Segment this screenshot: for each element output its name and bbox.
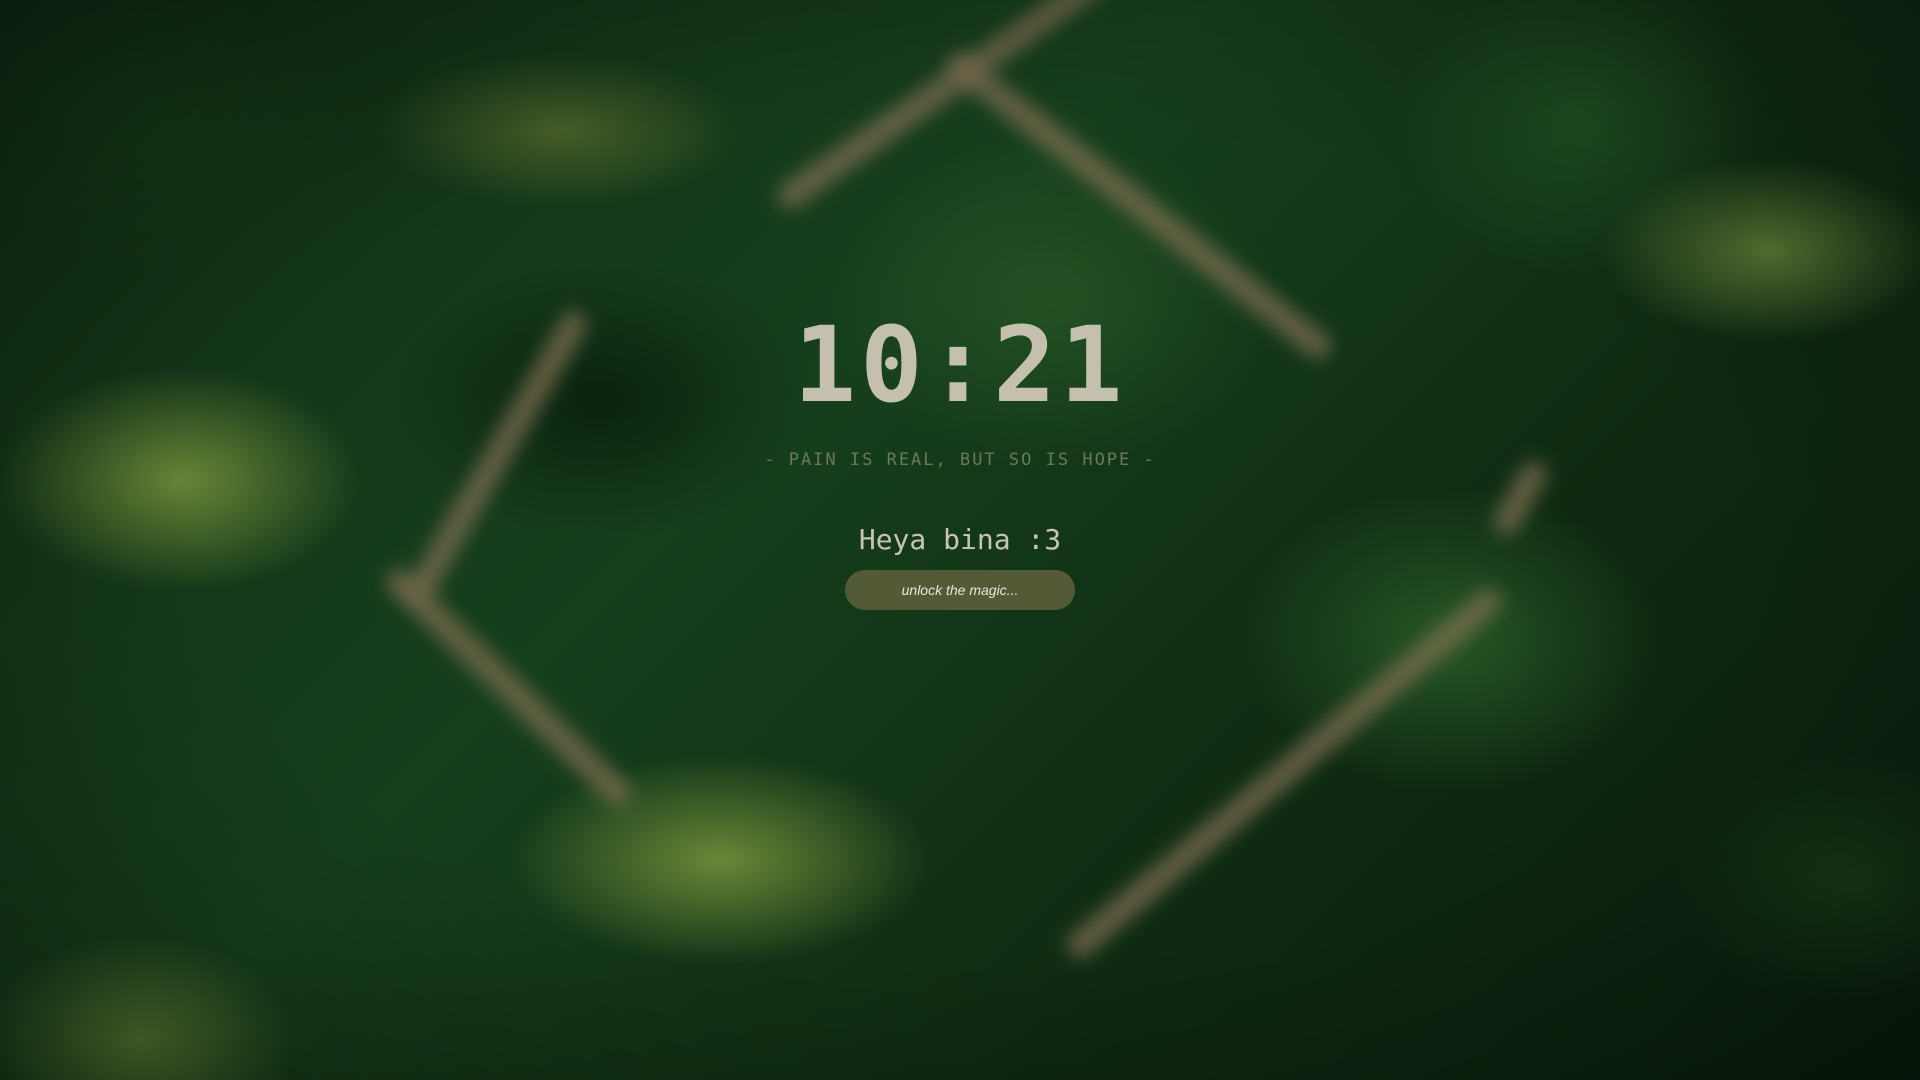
lockscreen: 10:21 - PAIN IS REAL, BUT SO IS HOPE - H… xyxy=(0,0,1920,1080)
greeting-text: Heya bina :3 xyxy=(858,523,1062,556)
password-input[interactable] xyxy=(858,581,1062,599)
clock-time: 10:21 xyxy=(793,304,1127,426)
quote-text: - PAIN IS REAL, BUT SO IS HOPE - xyxy=(764,450,1156,470)
password-field[interactable] xyxy=(845,570,1075,610)
lockscreen-content: 10:21 - PAIN IS REAL, BUT SO IS HOPE - H… xyxy=(0,0,1920,1080)
